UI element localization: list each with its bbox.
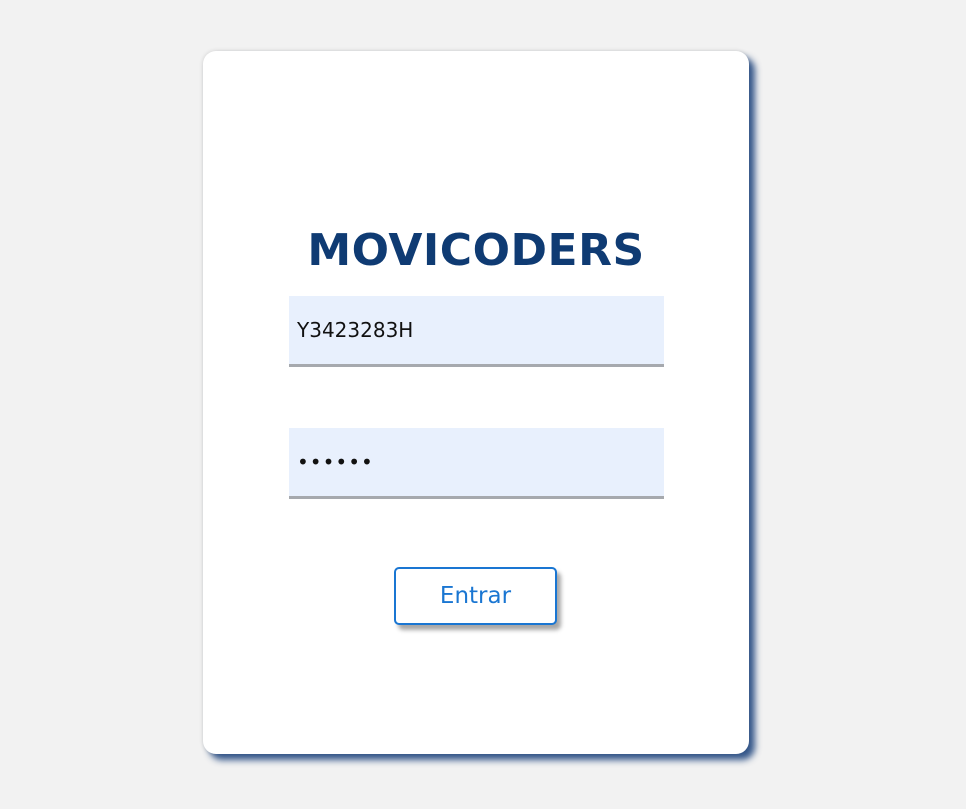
login-button[interactable]: Entrar [394,567,557,625]
brand-title: MOVICODERS [307,225,645,276]
username-input[interactable] [289,296,664,367]
password-input[interactable] [289,428,664,499]
login-card: MOVICODERS Entrar [203,51,749,754]
